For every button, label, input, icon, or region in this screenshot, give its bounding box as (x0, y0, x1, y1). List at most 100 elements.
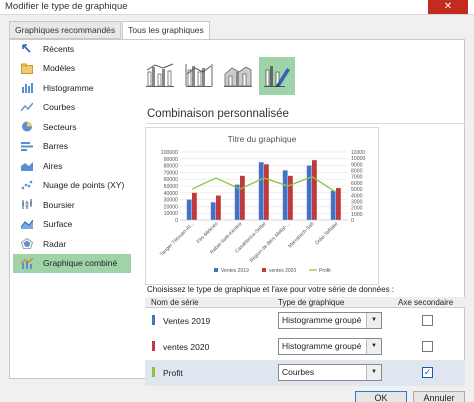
sidebar-item-line[interactable]: Courbes (13, 98, 131, 118)
combo-custom-button[interactable] (259, 57, 295, 95)
series-table-header: Nom de série Type de graphique Axe secon… (145, 297, 465, 308)
sidebar-item-pie[interactable]: Secteurs (13, 117, 131, 137)
combo-chart-icon (20, 257, 34, 269)
chart-type-value: Courbes (282, 367, 315, 377)
change-chart-type-dialog: Graphiques recommandés Tous les graphiqu… (5, 17, 469, 402)
x-axis-tick-label: Marrakech-Safi (287, 221, 315, 249)
folder-icon (21, 63, 33, 74)
surface-chart-icon (20, 219, 34, 230)
sidebar-item-bar[interactable]: Barres (13, 137, 131, 157)
x-axis-tick-label: Tanger-Tétouan-Al... (159, 221, 195, 257)
series-color-swatch (152, 315, 155, 325)
pie-chart-icon (21, 121, 33, 132)
cancel-button[interactable]: Annuler (413, 391, 465, 402)
close-button[interactable]: ✕ (428, 0, 468, 14)
legend-swatch (214, 268, 218, 272)
window-title: Modifier le type de graphique (5, 1, 128, 12)
sidebar-item-surface[interactable]: Surface (13, 215, 131, 235)
chart-bar (336, 188, 341, 220)
secondary-y-axis-tick-label: 4000 (351, 193, 363, 199)
chevron-down-icon[interactable]: ▼ (366, 313, 381, 328)
secondary-y-axis-tick-label: 7000 (351, 175, 363, 181)
section-divider (147, 123, 465, 124)
combo-clustered-line-secondary-icon (185, 62, 213, 90)
y-axis-tick-label: 90000 (164, 157, 179, 163)
chart-type-select[interactable]: Courbes ▼ (278, 364, 382, 381)
x-axis-tick-label: Drâa-Tafilalet (314, 221, 340, 247)
secondary-axis-checkbox[interactable]: ✓ (422, 367, 433, 378)
section-title: Combinaison personnalisée (147, 108, 289, 120)
chart-bar (240, 175, 245, 220)
secondary-y-axis-tick-label: 10000 (351, 156, 366, 162)
combo-clustered-line-icon (146, 62, 174, 90)
series-row: ventes 2020 Histogramme groupé ▼ (145, 334, 465, 360)
sidebar-item-stock[interactable]: Boursier (13, 195, 131, 215)
sidebar-item-label: Barres (43, 141, 69, 152)
checkmark-icon: ✓ (423, 367, 432, 377)
sidebar-item-recents[interactable]: Récents (13, 39, 131, 59)
chart-type-select[interactable]: Histogramme groupé ▼ (278, 338, 382, 355)
sidebar-item-scatter[interactable]: Nuage de points (XY) (13, 176, 131, 196)
legend-label: ventes 2020 (269, 268, 296, 274)
secondary-y-axis-tick-label: 3000 (351, 199, 363, 205)
chart-bar (234, 184, 240, 220)
sidebar-item-label: Radar (43, 238, 67, 249)
sidebar-item-column[interactable]: Histogramme (13, 78, 131, 98)
y-axis-tick-label: 40000 (164, 191, 179, 197)
chevron-down-icon[interactable]: ▼ (366, 339, 381, 354)
ok-button[interactable]: OK (355, 391, 407, 402)
chart-type-select[interactable]: Histogramme groupé ▼ (278, 312, 382, 329)
y-axis-tick-label: 80000 (164, 164, 179, 170)
x-axis-tick-label: Fès-Meknès (196, 221, 220, 245)
series-name: Profit (163, 368, 183, 378)
sidebar-item-label: Nuage de points (XY) (43, 180, 125, 191)
combo-clustered-line-button[interactable] (142, 57, 178, 95)
sidebar-item-templates[interactable]: Modèles (13, 59, 131, 79)
combo-stacked-area-button[interactable] (220, 57, 256, 95)
chevron-down-icon[interactable]: ▼ (366, 365, 381, 380)
chart-bar (192, 192, 197, 220)
chart-bar (312, 160, 317, 220)
sidebar-item-combo[interactable]: Graphique combiné (13, 253, 131, 273)
sidebar-item-label: Secteurs (43, 121, 77, 132)
y-axis-tick-label: 100000 (161, 150, 178, 156)
secondary-y-axis-tick-label: 6000 (351, 181, 363, 187)
stock-chart-icon (21, 199, 33, 210)
tab-bar: Graphiques recommandés Tous les graphiqu… (9, 21, 211, 40)
series-row: Profit Courbes ▼ ✓ (145, 360, 465, 386)
chart-bar (330, 190, 336, 220)
y-axis-tick-label: 20000 (164, 204, 179, 210)
column-header-secondary: Axe secondaire (398, 298, 454, 307)
close-icon: ✕ (443, 1, 453, 12)
chart-bar (306, 165, 312, 220)
secondary-axis-checkbox[interactable] (422, 315, 433, 326)
legend-swatch (262, 268, 266, 272)
secondary-y-axis-tick-label: 0 (351, 218, 354, 224)
series-row: Ventes 2019 Histogramme groupé ▼ (145, 308, 465, 334)
secondary-axis-checkbox[interactable] (422, 341, 433, 352)
chart-type-value: Histogramme groupé (282, 341, 362, 351)
series-color-swatch (152, 341, 155, 351)
sidebar-item-label: Courbes (43, 102, 76, 113)
sidebar-item-radar[interactable]: Radar (13, 234, 131, 254)
series-table: Nom de série Type de graphique Axe secon… (145, 297, 465, 386)
chart-bar (282, 170, 288, 220)
dialog-buttons: OK Annuler (355, 391, 465, 402)
combo-clustered-line-secondary-button[interactable] (181, 57, 217, 95)
series-color-swatch (152, 367, 155, 377)
x-axis-tick-label: Région de Béni Mellal-... (249, 221, 292, 264)
legend-label: Profit (319, 268, 331, 274)
secondary-y-axis-tick-label: 5000 (351, 187, 363, 193)
chart-bar (258, 162, 264, 220)
sidebar-item-label: Surface (43, 219, 73, 230)
chart-bar (264, 164, 269, 220)
sidebar-item-label: Modèles (43, 63, 76, 74)
title-bar: Modifier le type de graphique ✕ (0, 0, 474, 15)
tab-recommended-charts[interactable]: Graphiques recommandés (9, 21, 122, 39)
chart-bar (186, 199, 192, 220)
tab-all-charts[interactable]: Tous les graphiques (122, 21, 210, 40)
column-chart-icon (21, 82, 33, 94)
y-axis-tick-label: 70000 (164, 170, 179, 176)
sidebar-item-area[interactable]: Aires (13, 156, 131, 176)
chart-preview: Titre du graphique 0 10000 20000 30000 40000 5… (145, 127, 379, 285)
